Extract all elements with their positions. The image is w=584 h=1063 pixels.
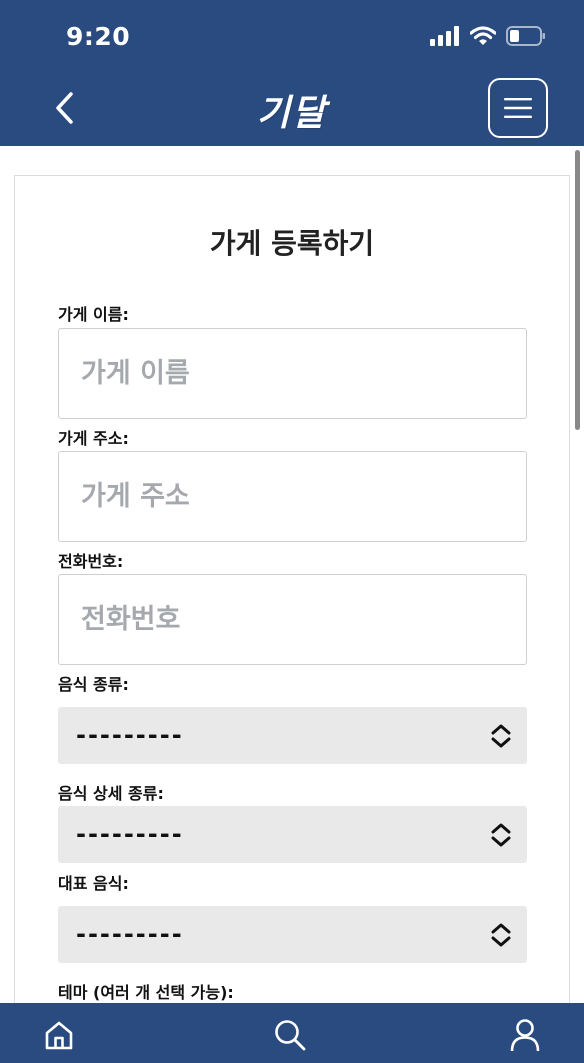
food-type-value: --------- (76, 721, 184, 749)
nav-home[interactable] (41, 1017, 77, 1053)
signature-food-label: 대표 음식: (58, 874, 129, 893)
signature-food-value: --------- (76, 920, 184, 948)
phone-input[interactable] (58, 574, 527, 665)
app-header: 기달 (0, 70, 584, 146)
hamburger-menu-icon (504, 98, 532, 118)
bottom-nav (0, 1003, 584, 1063)
battery-icon (506, 26, 546, 50)
theme-label: 테마 (여러 개 선택 가능): (58, 983, 234, 1002)
cellular-signal-icon (430, 26, 460, 50)
nav-search[interactable] (272, 1017, 308, 1053)
food-type-label: 음식 종류: (58, 675, 129, 694)
food-detail-type-select[interactable]: --------- (58, 806, 527, 863)
store-registration-form: 가게 등록하기 가게 이름: 가게 주소: 전화번호: 음식 종류: -----… (14, 175, 570, 1063)
nav-profile[interactable] (507, 1017, 543, 1053)
search-icon (275, 1020, 306, 1051)
store-name-input[interactable] (58, 328, 527, 419)
select-chevrons-icon (491, 823, 511, 847)
food-detail-type-value: --------- (76, 820, 184, 848)
store-name-label: 가게 이름: (58, 305, 129, 324)
phone-label: 전화번호: (58, 552, 124, 571)
store-address-input[interactable] (58, 451, 527, 542)
status-bar: 9:20 (0, 0, 584, 70)
status-time: 9:20 (66, 22, 131, 51)
signature-food-select[interactable]: --------- (58, 906, 527, 963)
select-chevrons-icon (491, 724, 511, 748)
select-chevrons-icon (491, 923, 511, 947)
form-title: 가게 등록하기 (209, 227, 375, 260)
wifi-icon (469, 26, 497, 50)
menu-button[interactable] (488, 78, 548, 138)
food-detail-type-label: 음식 상세 종류: (58, 784, 164, 803)
food-type-select[interactable]: --------- (58, 707, 527, 764)
user-icon (510, 1019, 540, 1052)
page-scrollbar[interactable] (575, 150, 580, 430)
status-icons (430, 24, 546, 52)
store-address-label: 가게 주소: (58, 429, 129, 448)
home-icon (45, 1021, 73, 1050)
